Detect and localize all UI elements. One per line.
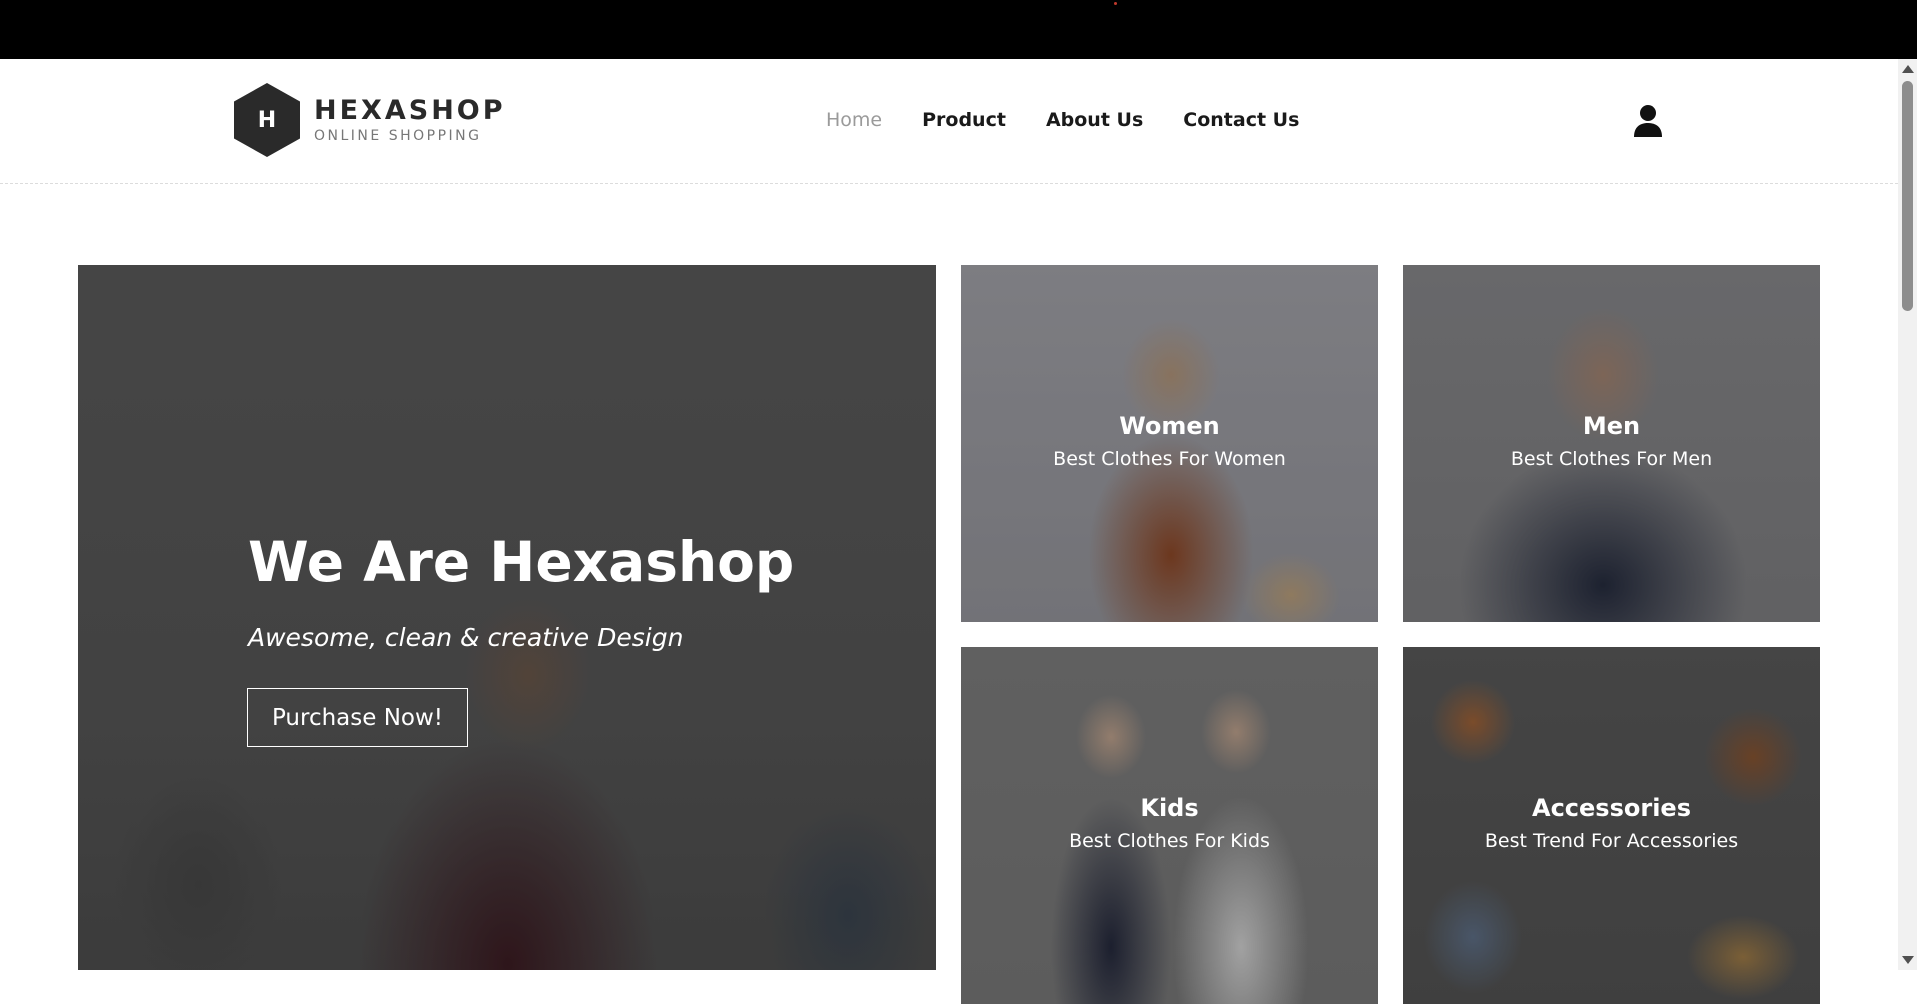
indicator-dot [1114,2,1117,5]
nav-home[interactable]: Home [826,109,882,131]
scrollbar-thumb[interactable] [1902,81,1913,311]
main-nav: Home Product About Us Contact Us [826,109,1339,131]
user-icon[interactable] [1633,104,1663,138]
hero-subtitle: Awesome, clean & creative Design [248,623,684,652]
brand-name: HEXASHOP [314,95,506,126]
category-tile-kids[interactable]: Kids Best Clothes For Kids [961,647,1378,1004]
category-title: Accessories [1532,794,1691,822]
hexagon-logo-icon: H [234,83,300,157]
logo[interactable]: H HEXASHOP ONLINE SHOPPING [234,83,506,157]
category-title: Women [1119,412,1220,440]
category-title: Kids [1140,794,1199,822]
page-scrollbar[interactable] [1898,59,1917,970]
category-subtitle: Best Clothes For Men [1510,448,1713,470]
category-tile-men[interactable]: Men Best Clothes For Men [1403,265,1820,622]
hero-title: We Are Hexashop [248,530,795,594]
browser-top-bar [0,0,1917,59]
nav-about-us[interactable]: About Us [1046,109,1143,131]
tile-overlay [961,265,1378,622]
scroll-up-arrow-icon[interactable] [1902,65,1914,73]
nav-product[interactable]: Product [922,109,1006,131]
category-tile-women[interactable]: Women Best Clothes For Women [961,265,1378,622]
logo-letter: H [257,107,277,133]
site-header: H HEXASHOP ONLINE SHOPPING Home Product … [0,59,1898,184]
hero-banner: We Are Hexashop Awesome, clean & creativ… [78,265,936,970]
tile-overlay [1403,265,1820,622]
nav-contact-us[interactable]: Contact Us [1183,109,1299,131]
purchase-now-button[interactable]: Purchase Now! [247,688,468,747]
category-subtitle: Best Clothes For Women [1053,448,1286,470]
brand-tagline: ONLINE SHOPPING [314,128,482,144]
tile-overlay [961,647,1378,1004]
hero-overlay [78,265,936,970]
tile-overlay [1403,647,1820,1004]
category-title: Men [1582,412,1641,440]
scroll-down-arrow-icon[interactable] [1902,956,1914,964]
category-subtitle: Best Trend For Accessories [1484,830,1739,852]
category-subtitle: Best Clothes For Kids [1069,830,1270,852]
category-tile-accessories[interactable]: Accessories Best Trend For Accessories [1403,647,1820,1004]
